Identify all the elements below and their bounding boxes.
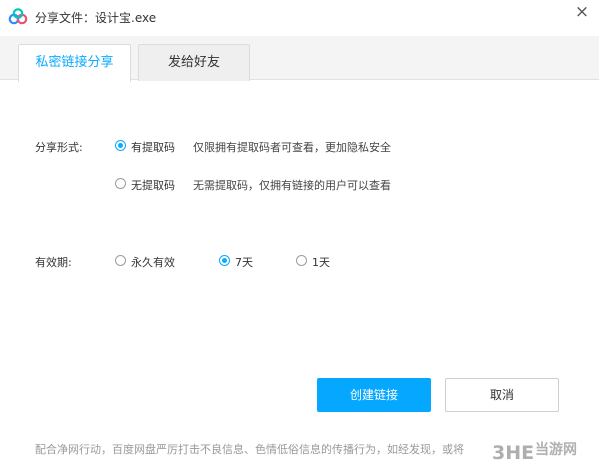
option-1-day-label[interactable]: 1天 <box>312 254 330 270</box>
radio-1-day[interactable] <box>296 255 307 266</box>
tab-strip: 私密链接分享 发给好友 <box>0 36 599 82</box>
option-without-code-label[interactable]: 无提取码 <box>131 177 175 193</box>
option-with-code-label[interactable]: 有提取码 <box>131 139 175 155</box>
radio-7-days[interactable] <box>219 255 230 266</box>
window-title: 分享文件：设计宝.exe <box>35 11 157 25</box>
share-form-label: 分享形式: <box>35 141 83 154</box>
radio-permanent[interactable] <box>115 255 126 266</box>
radio-without-code[interactable] <box>115 178 126 189</box>
tab-send-to-friends[interactable]: 发给好友 <box>138 44 250 81</box>
cancel-button[interactable]: 取消 <box>445 378 559 412</box>
tab-private-link-share[interactable]: 私密链接分享 <box>18 44 131 82</box>
validity-label: 有效期: <box>35 256 72 269</box>
title-bar: 分享文件：设计宝.exe × <box>0 0 599 36</box>
radio-with-code[interactable] <box>115 140 126 151</box>
option-without-code-desc: 无需提取码，仅拥有链接的用户可以查看 <box>193 179 391 192</box>
baidu-netdisk-logo-icon <box>8 8 28 25</box>
create-link-button[interactable]: 创建链接 <box>317 378 431 412</box>
svg-text:3HE: 3HE <box>492 442 534 464</box>
option-7-days-label[interactable]: 7天 <box>235 254 253 270</box>
watermark-text: 当游网 <box>535 442 577 458</box>
close-icon[interactable]: × <box>573 3 591 21</box>
option-permanent-label[interactable]: 永久有效 <box>131 254 175 270</box>
option-with-code-desc: 仅限拥有提取码者可查看，更加隐私安全 <box>193 141 391 154</box>
footer-notice: 配合净网行动，百度网盘严厉打击不良信息、色情低俗信息的传播行为，如经发现，或将 <box>35 443 464 456</box>
